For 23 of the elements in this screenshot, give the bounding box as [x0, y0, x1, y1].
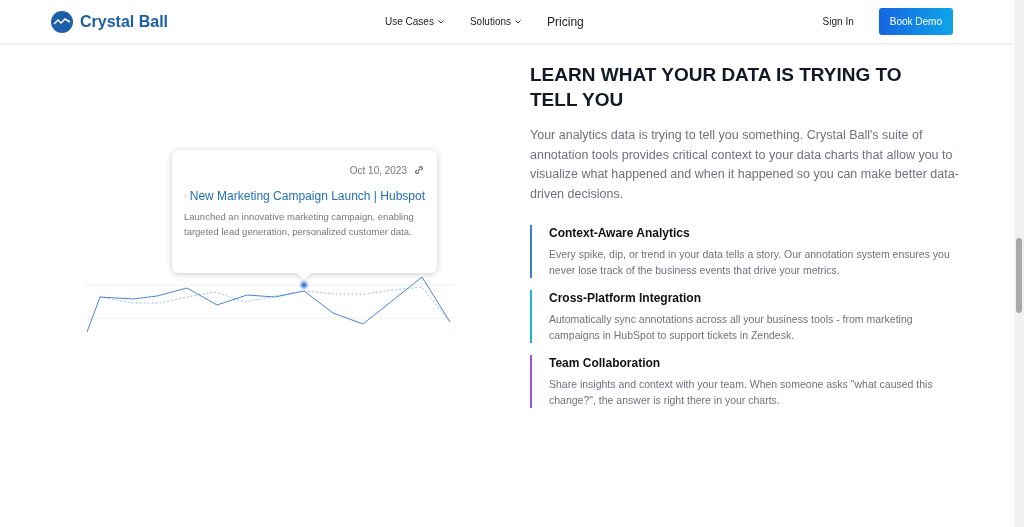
nav-link[interactable]: Use Cases	[385, 16, 444, 27]
feature-description: Share insights and context with your team. When someone asks "what caused this change?", the answer is right there in your charts.	[549, 376, 934, 408]
scrollbar[interactable]	[1014, 0, 1024, 527]
annotation-date: Oct 10, 2023	[349, 164, 407, 176]
annotation-marker[interactable]	[299, 280, 309, 290]
book-demo-button[interactable]: Book Demo	[878, 8, 953, 35]
chevron-down-icon	[437, 19, 444, 24]
link-icon[interactable]	[413, 164, 425, 176]
feature-description: Automatically sync annotations across all your business tools - from marketing campaigns in HubSpot to support tickets in Zendesk.	[549, 311, 914, 343]
feature-title: Cross-Platform Integration	[549, 289, 702, 306]
feature-title: Context-Aware Analytics	[549, 224, 691, 241]
logo-text[interactable]: Crystal Ball	[80, 12, 169, 31]
sign-in-link[interactable]: Sign In	[822, 16, 854, 27]
annotation-title[interactable]: New Marketing Campaign Launch | Hubspot	[189, 189, 425, 203]
feature-title: Team Collaboration	[549, 354, 662, 371]
chevron-down-icon	[515, 19, 522, 24]
intro-paragraph: Your analytics data is trying to tell you something. Crystal Ball's suite of annotation tools provides critical context to your data charts that allow you to visualize what happened and when it happened so you can make better data-driven decisions.	[530, 127, 960, 204]
logo-icon	[51, 10, 73, 33]
annotation-text: Launched an innovative marketing campaign, enabling targeted lead generation, personalized customer data.	[184, 210, 415, 239]
nav-link[interactable]: Solutions	[469, 16, 522, 27]
section-heading: LEARN WHAT YOUR DATA IS TRYING TO TELL YOU	[530, 63, 903, 112]
nav-link[interactable]: Pricing	[547, 14, 584, 29]
feature-description: Every spike, dip, or trend in your data tells a story. Our annotation system ensures you never lose track of the business events that drive your metrics.	[549, 246, 951, 278]
